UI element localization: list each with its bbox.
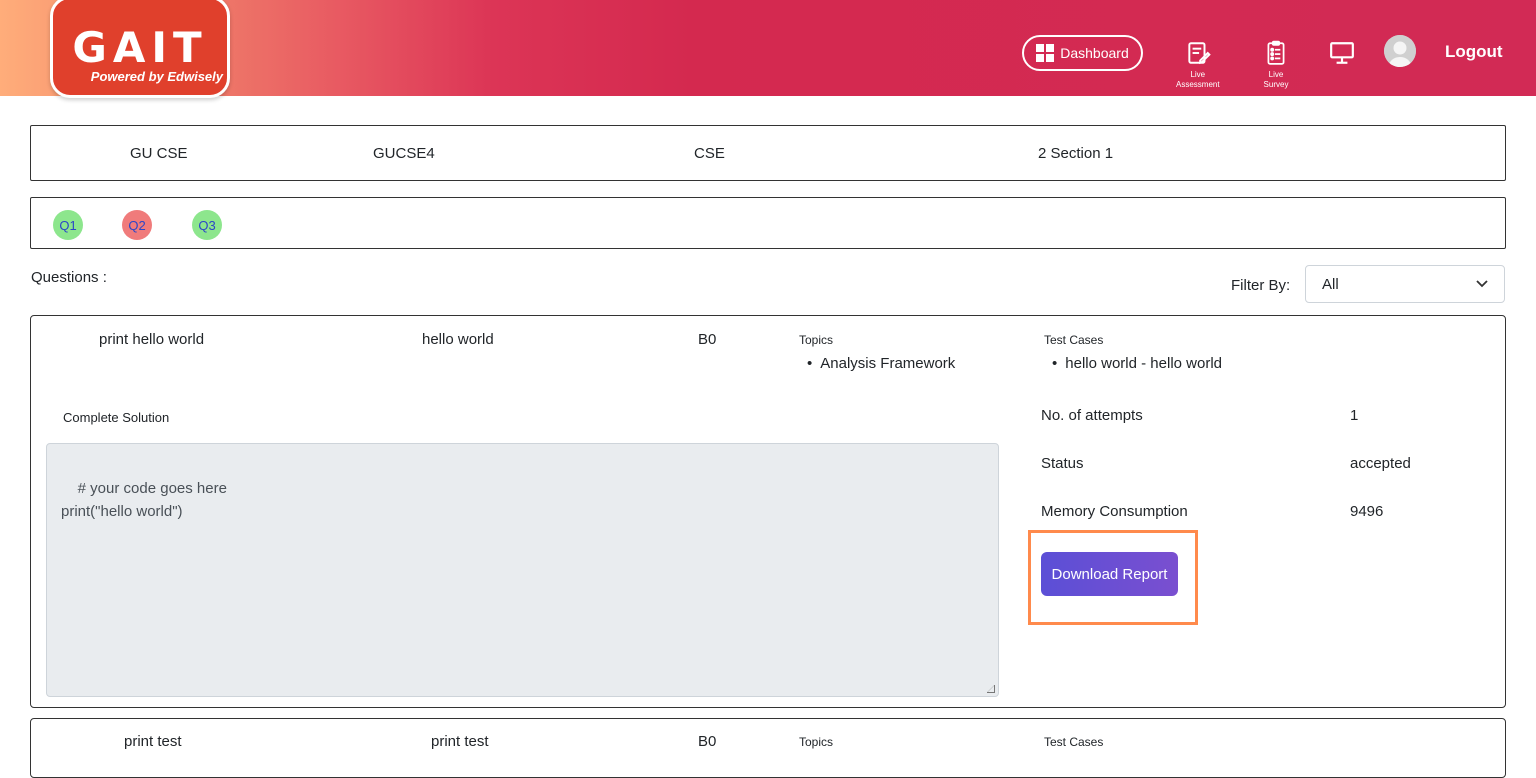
topics-label: Topics bbox=[799, 735, 834, 749]
dashboard-button[interactable]: Dashboard bbox=[1022, 35, 1143, 71]
logo-subtitle: Powered by Edwisely bbox=[90, 69, 223, 84]
live-survey-caption-1: Live bbox=[1268, 70, 1284, 79]
status-value: accepted bbox=[1350, 455, 1411, 472]
q1-label: Q1 bbox=[59, 217, 77, 233]
department: CSE bbox=[694, 145, 725, 162]
memory-value: 9496 bbox=[1350, 503, 1384, 520]
resize-handle-icon[interactable] bbox=[987, 685, 995, 693]
question-title: print hello world bbox=[99, 331, 205, 348]
live-survey-button[interactable]: Live Survey bbox=[1263, 40, 1289, 90]
top-header: GAIT Powered by Edwisely Dashboard Live … bbox=[0, 0, 1536, 98]
download-report-button[interactable]: Download Report bbox=[1041, 552, 1178, 596]
question-card: print hello world hello world B0 Topics … bbox=[30, 315, 1506, 708]
chevron-down-icon bbox=[1476, 280, 1488, 288]
question-chip-q3[interactable]: Q3 bbox=[192, 210, 222, 240]
live-survey-caption-2: Survey bbox=[1263, 80, 1289, 89]
attempts-label: No. of attempts bbox=[1041, 407, 1143, 424]
testcase-item: hello world - hello world bbox=[1052, 355, 1222, 372]
topic-item: Analysis Framework bbox=[807, 355, 955, 372]
dashboard-label: Dashboard bbox=[1060, 45, 1129, 61]
monitor-icon bbox=[1330, 42, 1354, 64]
questions-heading: Questions : bbox=[31, 269, 107, 286]
question-card: print test print test B0 Topics Test Cas… bbox=[30, 718, 1506, 778]
logo-title: GAIT bbox=[72, 23, 208, 72]
expected-output: hello world bbox=[422, 331, 494, 348]
live-assessment-caption-2: Assessment bbox=[1176, 80, 1220, 89]
user-avatar[interactable] bbox=[1384, 35, 1416, 67]
q2-label: Q2 bbox=[128, 217, 146, 233]
question-nav-bar: Q1 Q2 Q3 bbox=[30, 197, 1506, 249]
expected-output: print test bbox=[431, 733, 489, 750]
clipboard-edit-icon bbox=[1188, 42, 1211, 65]
question-title: print test bbox=[124, 733, 182, 750]
dashboard-grid-icon bbox=[1036, 44, 1055, 62]
topics-label: Topics bbox=[799, 333, 834, 347]
course-info-bar: GU CSE GUCSE4 CSE 2 Section 1 bbox=[30, 125, 1506, 181]
question-chip-q2[interactable]: Q2 bbox=[122, 210, 152, 240]
filter-value: All bbox=[1322, 275, 1339, 293]
college-name: GU CSE bbox=[130, 145, 188, 162]
difficulty-level: B0 bbox=[698, 733, 717, 750]
question-chip-q1[interactable]: Q1 bbox=[53, 210, 83, 240]
solution-label: Complete Solution bbox=[63, 410, 170, 425]
q3-label: Q3 bbox=[198, 217, 216, 233]
live-assessment-button[interactable]: Live Assessment bbox=[1176, 40, 1220, 90]
filter-select[interactable]: All bbox=[1305, 265, 1505, 303]
solution-code: # your code goes here print("hello world… bbox=[61, 480, 227, 520]
testcases-label: Test Cases bbox=[1044, 333, 1104, 347]
section: 2 Section 1 bbox=[1038, 145, 1114, 162]
batch-code: GUCSE4 bbox=[373, 145, 435, 162]
status-label: Status bbox=[1041, 455, 1084, 472]
survey-clipboard-icon bbox=[1267, 40, 1285, 65]
attempts-value: 1 bbox=[1350, 407, 1359, 424]
filter-label: Filter By: bbox=[1231, 277, 1291, 294]
gait-logo[interactable]: GAIT Powered by Edwisely bbox=[50, 0, 230, 98]
difficulty-level: B0 bbox=[698, 331, 717, 348]
solution-code-textarea[interactable]: # your code goes here print("hello world… bbox=[46, 443, 999, 697]
testcases-label: Test Cases bbox=[1044, 735, 1104, 749]
screen-share-button[interactable] bbox=[1329, 41, 1355, 69]
logout-link[interactable]: Logout bbox=[1445, 42, 1503, 62]
memory-label: Memory Consumption bbox=[1041, 503, 1188, 520]
live-assessment-caption-1: Live bbox=[1190, 70, 1206, 79]
user-silhouette-icon bbox=[1384, 35, 1416, 67]
